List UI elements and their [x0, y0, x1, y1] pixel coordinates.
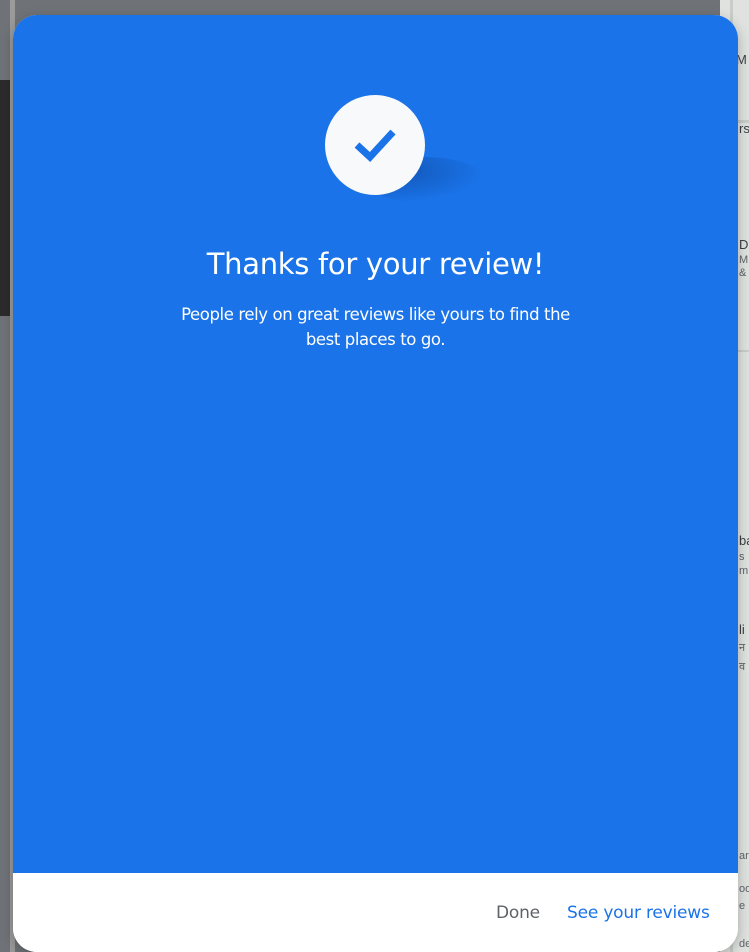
- map-label: ar: [739, 850, 749, 862]
- map-label: न: [739, 642, 746, 654]
- map-label: s: [739, 551, 745, 563]
- map-label: व: [739, 661, 746, 673]
- side-panel-edge: [0, 80, 10, 316]
- review-thanks-dialog: Thanks for your review! People rely on g…: [13, 15, 738, 952]
- map-label: D: [739, 237, 749, 252]
- map-label: e: [739, 900, 746, 912]
- done-button[interactable]: Done: [496, 903, 540, 923]
- map-label: de: [739, 938, 749, 950]
- map-label: oo: [739, 883, 749, 895]
- dialog-title: Thanks for your review!: [206, 247, 545, 281]
- map-label: M: [739, 254, 749, 266]
- check-badge: [325, 95, 485, 203]
- dialog-subtitle: People rely on great reviews like yours …: [181, 305, 570, 349]
- map-label: li: [739, 622, 745, 637]
- map-label: rs: [739, 121, 749, 136]
- map-label: &: [739, 267, 747, 279]
- check-icon: [325, 95, 425, 195]
- map-label: ba: [739, 533, 749, 548]
- map-label: m: [739, 565, 749, 577]
- dialog-footer: Done See your reviews: [13, 873, 738, 952]
- see-your-reviews-button[interactable]: See your reviews: [567, 903, 710, 923]
- dialog-hero: Thanks for your review! People rely on g…: [13, 15, 738, 873]
